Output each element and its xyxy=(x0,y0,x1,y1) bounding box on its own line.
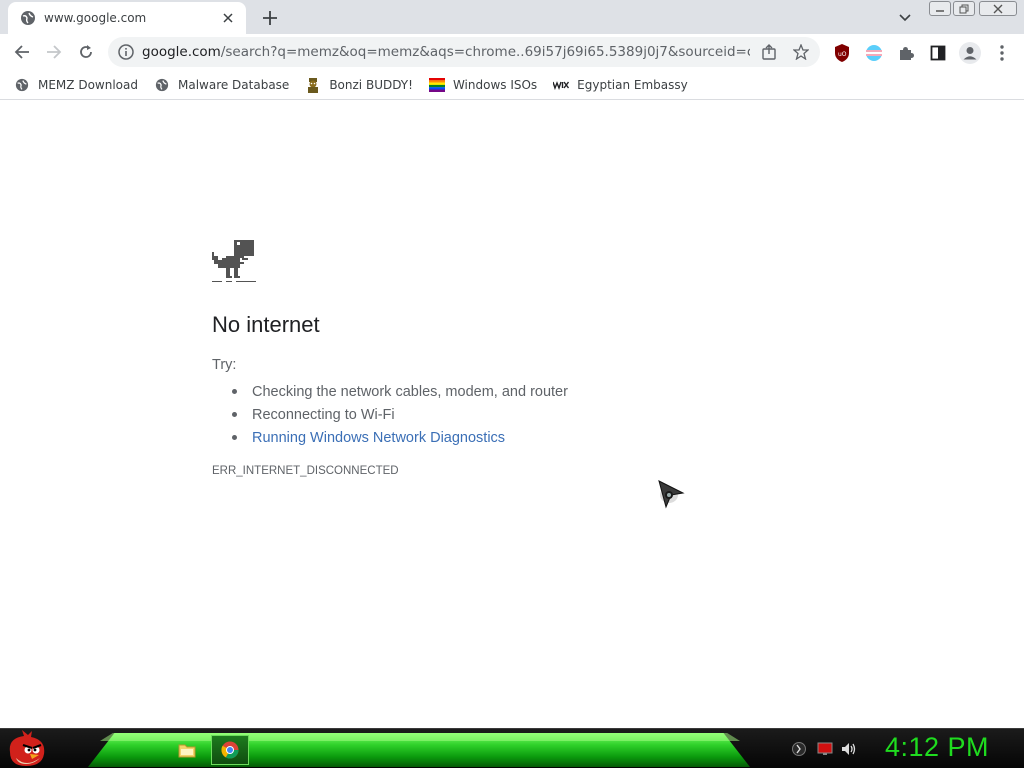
minimize-button[interactable] xyxy=(929,1,951,16)
taskbar: 4:12 PM xyxy=(0,728,1024,768)
address-bar[interactable]: google.com/search?q=memz&oq=memz&aqs=chr… xyxy=(108,37,820,67)
bookmark-windows-isos[interactable]: Windows ISOs xyxy=(428,77,538,93)
menu-button[interactable] xyxy=(993,44,1011,62)
tab-search-button[interactable] xyxy=(894,7,916,29)
bookmark-memz-download[interactable]: MEMZ Download xyxy=(14,77,138,93)
chrome-taskbar-button[interactable] xyxy=(211,735,249,765)
list-item: Reconnecting to Wi-Fi xyxy=(232,403,568,426)
close-icon xyxy=(993,4,1003,13)
network-diagnostics-link[interactable]: Running Windows Network Diagnostics xyxy=(252,430,505,446)
more-vertical-icon xyxy=(1000,45,1004,61)
chrome-icon xyxy=(221,741,239,759)
close-tab-icon[interactable] xyxy=(220,10,236,26)
tray-app-icon[interactable] xyxy=(791,741,807,757)
dino-icon[interactable] xyxy=(212,240,256,284)
bookmark-label: MEMZ Download xyxy=(38,77,138,92)
arrow-left-icon xyxy=(14,45,29,59)
globe-icon xyxy=(155,78,169,91)
bonzi-icon xyxy=(308,77,319,93)
bookmark-malware-database[interactable]: Malware Database xyxy=(154,77,289,93)
volume-icon[interactable] xyxy=(841,741,857,757)
side-panel-icon[interactable] xyxy=(929,44,947,62)
start-button-angry-bird-icon[interactable] xyxy=(6,730,48,768)
close-window-button[interactable] xyxy=(979,1,1017,16)
minimize-icon xyxy=(936,9,944,12)
file-explorer-button[interactable] xyxy=(168,735,206,765)
bookmark-star-icon[interactable] xyxy=(793,44,809,60)
tab-google[interactable]: www.google.com xyxy=(8,2,246,34)
url-text[interactable]: google.com/search?q=memz&oq=memz&aqs=chr… xyxy=(142,44,750,60)
tab-title: www.google.com xyxy=(44,11,147,25)
reload-icon xyxy=(80,45,92,58)
arrow-right-icon xyxy=(47,45,62,59)
list-item: Running Windows Network Diagnostics xyxy=(232,426,568,449)
error-code: ERR_INTERNET_DISCONNECTED xyxy=(212,465,399,477)
profile-icon xyxy=(959,42,981,64)
globe-icon xyxy=(21,11,35,25)
list-item: Checking the network cables, modem, and … xyxy=(232,380,568,403)
bookmark-label: Egyptian Embassy xyxy=(577,77,688,92)
bookmark-label: Bonzi BUDDY! xyxy=(329,77,413,92)
bookmarks-bar: MEMZ Download Malware Database Bonzi BUD… xyxy=(0,70,1024,100)
extensions-puzzle-icon[interactable] xyxy=(897,44,915,62)
back-button[interactable] xyxy=(10,40,34,64)
rainbow-flag-icon xyxy=(428,77,445,92)
bookmark-egyptian-embassy[interactable]: Egyptian Embassy xyxy=(553,77,688,93)
new-tab-button[interactable] xyxy=(258,6,282,30)
taskbar-clock[interactable]: 4:12 PM xyxy=(885,732,989,763)
bookmark-label: Malware Database xyxy=(177,77,290,92)
reload-button[interactable] xyxy=(74,40,98,64)
svg-text:uO: uO xyxy=(838,51,847,58)
globe-icon xyxy=(15,78,29,91)
try-label: Try: xyxy=(212,357,237,373)
wix-icon xyxy=(553,80,570,90)
info-icon[interactable] xyxy=(118,44,134,60)
suggestion-text: Reconnecting to Wi-Fi xyxy=(252,406,395,423)
restore-button[interactable] xyxy=(953,1,975,16)
bookmark-bonzi-buddy[interactable]: Bonzi BUDDY! xyxy=(305,77,413,93)
browser-toolbar: google.com/search?q=memz&oq=memz&aqs=chr… xyxy=(0,34,1024,70)
page-content: No internet Try: Checking the network ca… xyxy=(0,101,1024,728)
forward-button[interactable] xyxy=(42,40,66,64)
bookmark-label: Windows ISOs xyxy=(452,77,538,92)
ublock-extension-icon[interactable]: uO xyxy=(833,44,851,62)
url-rest: /search?q=memz&oq=memz&aqs=chrome..69i57… xyxy=(220,44,750,60)
folder-icon xyxy=(178,744,196,758)
url-host: google.com xyxy=(142,44,221,60)
chevron-down-icon xyxy=(899,14,911,22)
plus-icon xyxy=(263,11,277,25)
suggestion-text: Checking the network cables, modem, and … xyxy=(252,383,568,400)
share-icon[interactable] xyxy=(761,44,777,60)
error-title: No internet xyxy=(212,312,320,337)
mouse-cursor-icon xyxy=(658,480,685,509)
flag-extension-icon[interactable] xyxy=(865,44,883,62)
restore-icon xyxy=(959,4,969,13)
tab-strip: www.google.com xyxy=(0,0,1024,34)
suggestion-list: Checking the network cables, modem, and … xyxy=(232,380,568,449)
profile-avatar[interactable] xyxy=(959,42,981,64)
network-disconnected-icon[interactable] xyxy=(817,741,833,757)
